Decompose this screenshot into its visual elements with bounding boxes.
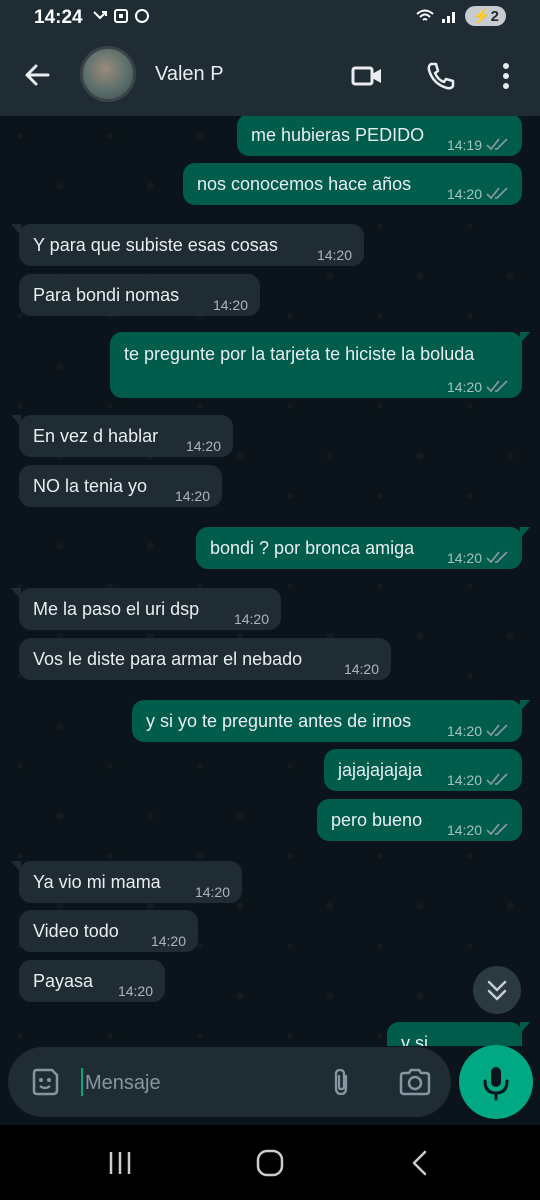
screenshot-icon [114,9,128,23]
phone-icon[interactable] [425,60,457,92]
message-incoming[interactable]: Video todo 14:20 [19,910,198,952]
message-composer [8,1047,451,1117]
message-text: jajajajajaja [338,760,423,780]
sticker-icon[interactable] [30,1067,60,1097]
microphone-icon [483,1067,509,1101]
message-incoming[interactable]: Y para que subiste esas cosas 14:20 [11,224,364,266]
attach-icon[interactable] [326,1066,356,1098]
message-text: te pregunte por la tarjeta te hiciste la… [124,344,475,364]
more-vert-icon[interactable] [490,60,522,92]
read-ticks-icon [486,138,508,151]
whatsapp-icon [135,9,149,23]
read-ticks-icon [486,724,508,737]
message-outgoing[interactable]: me hubieras PEDIDO 14:19 [237,116,522,156]
bubble-tail [520,1022,530,1034]
read-ticks-icon [486,187,508,200]
contact-name[interactable]: Valen P [155,63,224,86]
message-time: 14:20 [446,550,482,566]
message-incoming[interactable]: Para bondi nomas 14:20 [19,274,260,316]
message-outgoing[interactable]: jajajajajaja 14:20 [324,749,522,791]
message-time: 14:20 [212,297,248,313]
missed-call-icon [93,11,107,20]
status-right: ⚡2 [415,6,506,26]
bubble-tail [11,224,21,236]
status-bar: 14:24 ⚡2 [0,0,540,36]
notification-icons [92,8,150,24]
message-text: Y para que subiste esas cosas [33,235,278,255]
message-time: 14:20 [446,822,482,838]
chat-header: Valen P [0,36,540,116]
message-text: y si [401,1033,428,1046]
message-outgoing[interactable]: nos conocemos hace años 14:20 [183,163,522,205]
bubble-tail [11,861,21,873]
message-incoming[interactable]: En vez d hablar 14:20 [11,415,233,457]
chat-area[interactable]: me hubieras PEDIDO 14:19 nos conocemos h… [0,116,540,1046]
back-arrow-icon[interactable] [22,60,52,90]
message-time: 14:20 [316,247,352,263]
message-text: me hubieras PEDIDO [251,125,425,145]
message-time: 14:20 [185,438,221,454]
message-text: Vos le diste para armar el nebado [33,649,303,669]
scroll-to-bottom-button[interactable] [473,966,521,1014]
message-time: 14:20 [446,772,482,788]
message-time: 14:20 [343,661,379,677]
message-text: Video todo [33,921,119,941]
message-text: NO la tenia yo [33,476,148,496]
bubble-tail [520,527,530,539]
read-ticks-icon [486,380,508,393]
message-text: nos conocemos hace años [197,174,412,194]
message-input[interactable] [81,1059,317,1107]
bubble-tail [11,415,21,427]
battery-icon: ⚡2 [464,6,506,26]
recent-apps-icon[interactable] [105,1149,135,1177]
bubble-tail [520,700,530,712]
avatar[interactable] [80,46,136,102]
message-time: 14:20 [117,983,153,999]
message-text: Para bondi nomas [33,285,180,305]
camera-icon[interactable] [398,1067,432,1097]
system-navigation-bar [0,1125,540,1200]
read-ticks-icon [486,773,508,786]
voice-record-button[interactable] [459,1045,533,1119]
message-incoming[interactable]: Vos le diste para armar el nebado 14:20 [19,638,391,680]
message-outgoing[interactable]: bondi ? por bronca amiga 14:20 [196,527,530,569]
message-text: Payasa [33,971,94,991]
message-time: 14:20 [150,933,186,949]
wifi-icon [416,9,434,21]
message-time: 14:20 [194,884,230,900]
message-incoming[interactable]: Ya vio mi mama 14:20 [11,861,242,903]
read-ticks-icon [486,823,508,836]
message-text: bondi ? por bronca amiga [210,538,415,558]
back-nav-icon[interactable] [405,1149,435,1177]
message-time: 14:20 [446,723,482,739]
message-incoming[interactable]: Me la paso el uri dsp 14:20 [11,588,281,630]
status-time: 14:24 [34,7,83,28]
bubble-tail [11,588,21,600]
message-outgoing[interactable]: te pregunte por la tarjeta te hiciste la… [110,332,530,398]
battery-level: 2 [490,8,499,25]
message-time: 14:20 [174,488,210,504]
read-ticks-icon [486,551,508,564]
message-time: 14:19 [446,137,482,153]
message-incoming[interactable]: Payasa 14:20 [19,960,165,1002]
home-icon[interactable] [255,1149,285,1177]
bubble-tail [520,332,530,344]
message-text: Me la paso el uri dsp [33,599,200,619]
message-time: 14:20 [446,186,482,202]
double-chevron-down-icon [487,980,507,1001]
message-time: 14:20 [446,379,482,395]
message-incoming[interactable]: NO la tenia yo 14:20 [19,465,222,507]
message-outgoing[interactable]: y si [387,1022,530,1046]
message-text: y si yo te pregunte antes de irnos [146,711,412,731]
signal-icon [441,12,455,23]
message-time: 14:20 [233,611,269,627]
message-text: Ya vio mi mama [33,872,161,892]
message-outgoing[interactable]: y si yo te pregunte antes de irnos 14:20 [132,700,530,742]
message-text: En vez d hablar [33,426,159,446]
message-outgoing[interactable]: pero bueno 14:20 [317,799,522,841]
video-call-icon[interactable] [351,60,383,92]
message-text: pero bueno [331,810,423,830]
